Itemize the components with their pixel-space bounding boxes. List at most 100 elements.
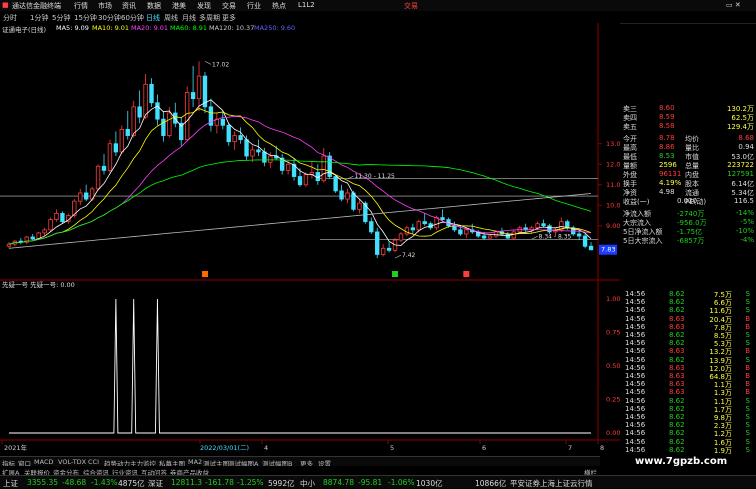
price-tick-label: 10.00	[606, 201, 620, 209]
tick-time: 14:56	[625, 339, 646, 348]
candle-body	[380, 247, 386, 255]
tick-time: 14:56	[625, 388, 646, 397]
tick-time: 14:56	[625, 290, 646, 298]
tick-price: 8.62	[669, 429, 685, 438]
watermark: www.7gpzb.com	[635, 456, 728, 467]
quote-value: 96131	[659, 170, 682, 178]
candle-body	[149, 83, 154, 104]
quote-value: 4.98	[659, 188, 675, 196]
menu-item-discover[interactable]: 发现	[197, 1, 211, 11]
menu-item-hot[interactable]: 热点	[272, 1, 286, 11]
ma-legend-item: MA120: 10.37	[209, 24, 255, 32]
candle-body	[268, 155, 273, 163]
candle-body	[220, 118, 225, 126]
tick-time: 14:56	[625, 322, 646, 331]
menu-item-market[interactable]: 市场	[98, 1, 112, 11]
quote-value: 223722	[727, 161, 754, 169]
period-tab[interactable]: 分时	[3, 13, 17, 23]
window-controls-icon[interactable]: ▭ ✕	[726, 1, 741, 9]
time-axis-label: 2022/03/01(二)	[200, 444, 249, 452]
candle-body	[487, 235, 493, 239]
stock-name: 证通电子(日线)	[2, 26, 47, 34]
period-tab[interactable]: 60分钟	[121, 13, 144, 23]
candle-body	[167, 112, 172, 136]
quote-value: 129.4万	[726, 123, 754, 131]
period-tab[interactable]: 15分钟	[74, 13, 97, 23]
sub-tick-label: 0.50	[606, 362, 620, 370]
period-tab[interactable]: 1分钟	[30, 13, 48, 23]
candle-body	[238, 135, 243, 141]
tick-time: 14:56	[625, 404, 646, 413]
tick-volume: 1.9万	[713, 446, 732, 455]
tick-price: 8.63	[669, 380, 685, 389]
tick-side: S	[745, 298, 750, 307]
tick-side: S	[745, 445, 750, 454]
status-item: 深证	[148, 479, 163, 488]
candle-body	[369, 221, 374, 233]
time-axis-label: 8	[600, 444, 604, 452]
period-tab[interactable]: 多周期	[199, 13, 220, 23]
candle-body	[113, 143, 119, 153]
candle-body	[226, 124, 231, 143]
menu-item-trade[interactable]: 交易	[222, 1, 236, 11]
period-tab[interactable]: 30分钟	[98, 13, 121, 23]
tick-price: 8.63	[669, 388, 685, 397]
period-tab[interactable]: 月线	[182, 13, 196, 23]
tick-side: S	[745, 404, 750, 413]
candle-body	[416, 221, 421, 231]
candle-body	[410, 227, 416, 231]
tick-price: 8.63	[669, 363, 685, 372]
quote-row: 卖四 8.59 62.5万	[619, 113, 756, 122]
candle-body	[505, 233, 511, 239]
candle-body	[244, 139, 249, 157]
tick-time: 14:56	[625, 380, 646, 389]
period-tab[interactable]: 更多	[222, 13, 236, 23]
price-annotation: 11.30 - 11.25	[355, 173, 396, 180]
tick-time: 14:56	[625, 429, 646, 438]
candle-body	[333, 176, 338, 192]
tick-price: 8.62	[669, 331, 685, 339]
candle-body	[250, 149, 255, 157]
candle-body	[78, 192, 83, 202]
menu-item-hq[interactable]: 行情	[74, 1, 88, 11]
menu-item-hkus[interactable]: 港美	[172, 1, 186, 11]
quote-value: 8.60	[659, 104, 675, 112]
period-tab[interactable]: 周线	[164, 13, 178, 23]
indicator-tab[interactable]: VOL-TDX	[58, 458, 86, 466]
tick-time: 14:56	[625, 421, 646, 430]
candle-body	[398, 233, 404, 241]
candle-body	[155, 102, 160, 120]
candle-body	[535, 223, 540, 229]
quote-value: -4%	[740, 236, 754, 244]
candle-body	[327, 155, 332, 177]
indicator-tab[interactable]: MACD	[34, 458, 53, 466]
candle-body	[60, 213, 65, 223]
candle-body	[464, 229, 469, 235]
indicator-tab[interactable]: CCI	[88, 458, 99, 466]
tick-time: 14:56	[625, 347, 646, 356]
quote-value: -14%	[735, 209, 754, 217]
trade-link[interactable]: 交易	[404, 1, 418, 11]
time-axis-label: 4	[264, 444, 268, 452]
price-tick-label: 13.00	[606, 140, 620, 148]
quote-label: 卖五	[623, 123, 637, 131]
period-tab[interactable]: 5分钟	[52, 13, 70, 23]
period-tab-active[interactable]: 日线	[146, 13, 160, 23]
signal-marker	[392, 271, 399, 277]
tick-side: B	[745, 363, 750, 372]
menu-item-l1l2[interactable]: L1L2	[298, 1, 315, 9]
sub-indicator-title: 先疑一号 先疑一号: 0.00	[2, 280, 75, 289]
time-axis-label: 6	[482, 444, 486, 452]
tick-side: S	[745, 306, 750, 315]
candlestick-chart[interactable]: 13.00 12.00 11.00 10.00 9.00 17.02 7.42 11.30 -…	[0, 23, 620, 455]
sub-tick-label: 0.25	[606, 396, 620, 404]
indicator-tab[interactable]: MA2	[188, 458, 202, 466]
tick-time: 14:56	[625, 372, 646, 380]
menu-item-industry[interactable]: 行业	[247, 1, 261, 11]
menu-item-news[interactable]: 资讯	[122, 1, 136, 11]
menu-item-data[interactable]: 数据	[147, 1, 161, 11]
index-status-bar: 上证 3355.35 -48.68 -1.43% 4875亿 深证 12811.3 -161.…	[0, 475, 756, 488]
candle-body	[137, 106, 142, 118]
tick-list[interactable]: 14:56 8.62 7.5万 S 14:56 8.62 6.6万 S 14:56 8.62 11.…	[619, 290, 756, 455]
quote-row: 卖三 8.60 130.2万	[619, 104, 756, 113]
